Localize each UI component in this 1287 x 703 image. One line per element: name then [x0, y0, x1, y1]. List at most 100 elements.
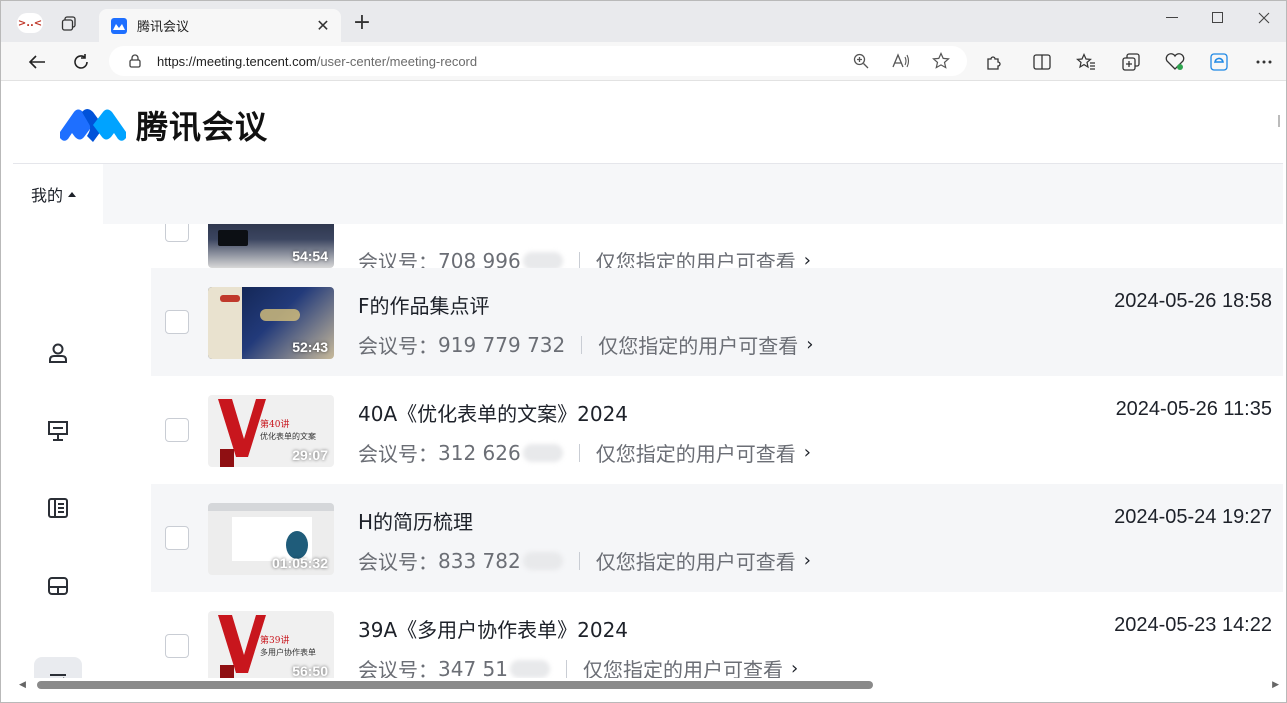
mine-label: 我的	[31, 186, 64, 205]
duration-label: 56:50	[292, 663, 328, 678]
duration-label: 54:54	[292, 248, 328, 264]
browser-window: >..< 腾讯会议 ✕ + https://meeting.tencent.co…	[0, 0, 1287, 703]
logo[interactable]: 腾讯会议	[60, 102, 268, 148]
url-path: /user-center/meeting-record	[316, 53, 478, 69]
row-checkbox[interactable]	[165, 418, 189, 442]
favorites-icon[interactable]	[1074, 50, 1098, 74]
collections-icon[interactable]	[1119, 50, 1143, 74]
sidebar-item-recordings[interactable]	[34, 657, 82, 678]
meeting-id-label: 会议号：	[358, 334, 438, 358]
chevron-right-icon[interactable]: ›	[791, 658, 798, 678]
back-icon[interactable]	[25, 50, 49, 74]
chevron-right-icon[interactable]: ›	[806, 334, 813, 355]
meeting-id: 833 782	[438, 548, 521, 573]
refresh-icon[interactable]	[69, 50, 93, 74]
sidebar-item-profile[interactable]	[34, 329, 82, 377]
recording-title[interactable]: 39A《多用户协作表单》2024	[358, 614, 628, 643]
row-checkbox[interactable]	[165, 310, 189, 334]
recording-row[interactable]: 01:05:32 H的简历梳理 会议号： 833 782 仅您指定的用户可查看 › …	[151, 484, 1283, 592]
recording-row[interactable]: 第39讲 多用户协作表单 56:50 39A《多用户协作表单》2024 会议号：…	[151, 592, 1283, 678]
thumb-lesson-number: 第40讲	[260, 420, 290, 430]
duration-label: 01:05:32	[271, 555, 328, 571]
access-permission-link[interactable]: 仅您指定的用户可查看	[596, 546, 796, 575]
caret-up-icon	[68, 192, 77, 197]
zoom-icon[interactable]	[841, 49, 881, 73]
redacted-blur	[522, 443, 563, 462]
sidebar-item-documents[interactable]	[34, 484, 82, 532]
url-host: https://meeting.tencent.com	[157, 53, 317, 69]
divider	[578, 443, 580, 462]
meeting-meta: 会议号： 347 51 仅您指定的用户可查看 ›	[358, 654, 798, 679]
browser-essentials-icon[interactable]	[1163, 50, 1187, 74]
access-permission-link[interactable]: 仅您指定的用户可查看	[583, 654, 783, 678]
tencent-meeting-logo-icon	[60, 109, 126, 142]
meeting-id-label: 会议号：	[358, 658, 438, 678]
row-checkbox[interactable]	[165, 634, 189, 658]
duration-label: 29:07	[292, 447, 328, 463]
meeting-id: 919 779 732	[438, 332, 566, 357]
url-text[interactable]: https://meeting.tencent.com/user-center/…	[157, 54, 841, 69]
row-checkbox[interactable]	[165, 224, 189, 242]
divider	[578, 251, 580, 270]
scroll-right-icon[interactable]: ▶	[1272, 680, 1279, 690]
scrollbar-thumb[interactable]	[37, 681, 873, 689]
edge-sidebar-icon[interactable]	[1207, 50, 1231, 74]
favorite-star-icon[interactable]	[921, 49, 961, 73]
recording-thumbnail[interactable]: 52:43	[208, 287, 334, 359]
minimize-icon[interactable]	[1149, 7, 1195, 29]
toolbar-band	[103, 164, 1283, 224]
recording-title[interactable]: F的作品集点评	[358, 290, 490, 319]
tab-title: 腾讯会议	[137, 20, 190, 35]
read-aloud-icon[interactable]	[881, 49, 921, 73]
more-options-icon[interactable]	[1252, 50, 1276, 74]
tab-strip: >..< 腾讯会议 ✕ +	[1, 1, 1286, 42]
presentation-icon	[48, 421, 68, 441]
split-screen-icon[interactable]	[1030, 50, 1054, 74]
lock-icon[interactable]	[127, 53, 143, 69]
redacted-blur	[522, 551, 563, 570]
recording-date: 2024-05-23 14:22	[1114, 614, 1272, 636]
meeting-id: 312 626	[438, 440, 521, 465]
maximize-icon[interactable]	[1195, 7, 1241, 29]
recording-title[interactable]: H的简历梳理	[358, 506, 473, 535]
chevron-right-icon[interactable]: ›	[804, 550, 811, 571]
document-list-icon	[48, 498, 68, 518]
recording-thumbnail[interactable]: 01:05:32	[208, 503, 334, 575]
recordings-list: 54:54 会议号： 708 996 仅您指定的用户可查看 › 52:43 F的作品…	[151, 224, 1283, 678]
meeting-id: 347 51	[438, 656, 508, 679]
recording-row[interactable]: 第40讲 优化表单的文案 29:07 40A《优化表单的文案》2024 会议号：…	[151, 376, 1283, 484]
chevron-right-icon[interactable]: ›	[804, 442, 811, 463]
window-close-icon[interactable]	[1241, 7, 1287, 29]
recording-row[interactable]: 52:43 F的作品集点评 会议号： 919 779 732 仅您指定的用户可查看…	[151, 268, 1283, 376]
recording-thumbnail[interactable]: 54:54	[208, 224, 334, 268]
tab-tencent-meeting[interactable]: 腾讯会议 ✕	[99, 9, 341, 42]
redacted-blur	[509, 659, 550, 678]
browser-toolbar: https://meeting.tencent.com/user-center/…	[1, 42, 1286, 81]
sidebar-item-rooms[interactable]	[34, 562, 82, 610]
divider	[581, 335, 583, 354]
address-bar[interactable]: https://meeting.tencent.com/user-center/…	[109, 46, 967, 76]
profile-icon[interactable]: >..<	[17, 13, 43, 33]
extensions-icon[interactable]	[982, 50, 1006, 74]
thumb-lesson-number: 第39讲	[260, 636, 290, 646]
recording-thumbnail[interactable]: 第39讲 多用户协作表单 56:50	[208, 611, 334, 678]
meeting-id-label: 会议号：	[358, 442, 438, 466]
access-permission-link[interactable]: 仅您指定的用户可查看	[596, 438, 796, 467]
page-content: 腾讯会议 我的 54:54 会议号： 708 996 仅您指定的用户可查看 › …	[13, 82, 1283, 678]
new-tab-icon[interactable]: +	[351, 12, 373, 35]
horizontal-scrollbar[interactable]: ◀ ▶	[13, 678, 1283, 692]
divider	[565, 659, 567, 678]
vertical-scrollbar[interactable]	[1274, 111, 1284, 131]
tencent-meeting-favicon-icon	[111, 17, 127, 34]
mine-menu-toggle[interactable]: 我的	[31, 182, 77, 206]
scroll-left-icon[interactable]: ◀	[19, 680, 26, 690]
recording-row[interactable]: 54:54 会议号： 708 996 仅您指定的用户可查看 ›	[151, 224, 1283, 274]
row-checkbox[interactable]	[165, 526, 189, 550]
duration-label: 52:43	[292, 339, 328, 355]
tab-actions-icon[interactable]	[59, 14, 79, 34]
access-permission-link[interactable]: 仅您指定的用户可查看	[598, 330, 798, 359]
tab-close-icon[interactable]: ✕	[311, 14, 335, 38]
recording-title[interactable]: 40A《优化表单的文案》2024	[358, 398, 628, 427]
recording-thumbnail[interactable]: 第40讲 优化表单的文案 29:07	[208, 395, 334, 467]
sidebar-item-meetings[interactable]	[34, 407, 82, 455]
